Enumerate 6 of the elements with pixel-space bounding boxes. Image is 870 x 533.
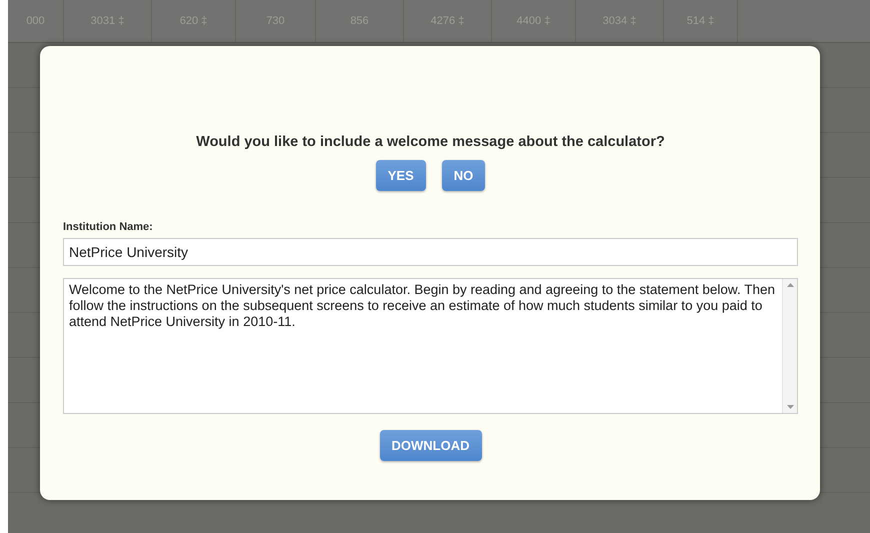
institution-name-field[interactable]: NetPrice University bbox=[63, 238, 798, 266]
field-label: Institution Name: bbox=[63, 221, 154, 233]
yes-button[interactable]: YES bbox=[376, 160, 426, 191]
download-button[interactable]: DOWNLOAD bbox=[380, 430, 482, 461]
dialog-question: Would you like to include a welcome message about the calculator? bbox=[195, 134, 666, 150]
no-button[interactable]: NO bbox=[442, 160, 486, 191]
